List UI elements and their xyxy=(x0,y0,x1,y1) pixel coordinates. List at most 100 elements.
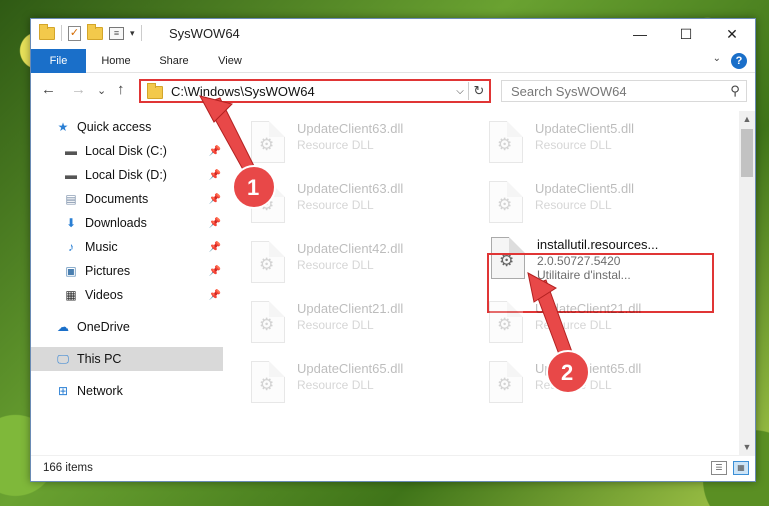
recent-locations-button[interactable]: ⌄ xyxy=(97,84,106,97)
close-button[interactable]: ✕ xyxy=(709,19,755,49)
file-item[interactable]: ⚙ UpdateClient65.dll Resource DLL xyxy=(489,357,719,411)
sidebar-item-label: Documents xyxy=(85,192,149,206)
up-button[interactable]: ↑ xyxy=(117,81,125,98)
gear-icon: ⚙ xyxy=(497,375,513,394)
scroll-down-icon[interactable]: ▼ xyxy=(739,439,755,455)
address-dropdown-icon[interactable]: ⌵ xyxy=(452,86,468,97)
minimize-button[interactable]: — xyxy=(617,19,663,49)
onedrive-icon: ☁ xyxy=(57,320,69,334)
sidebar-item-this-pc[interactable]: 🖵 This PC xyxy=(31,347,223,371)
sidebar-item-label: Music xyxy=(85,240,118,254)
file-item[interactable]: ⚙ UpdateClient63.dll Resource DLL xyxy=(251,177,481,231)
folder-icon xyxy=(39,23,55,40)
navigation-bar: ← → ⌄ ↑ C:\Windows\SysWOW64 ⌵ ↻ Search S… xyxy=(31,73,755,109)
sidebar-item-music[interactable]: ♪ Music 📌 xyxy=(31,235,223,259)
properties-icon[interactable]: ≡ xyxy=(109,26,124,40)
sidebar-item-documents[interactable]: ▤ Documents 📌 xyxy=(31,187,223,211)
large-icons-view-icon[interactable]: ▦ xyxy=(733,461,749,475)
file-type: Resource DLL xyxy=(535,318,612,332)
ribbon-right-controls: ⌄ ? xyxy=(713,53,747,69)
file-type: Resource DLL xyxy=(535,198,612,212)
dll-file-icon: ⚙ xyxy=(489,301,523,343)
pin-icon: 📌 xyxy=(208,193,221,205)
ribbon-tabs: File Home Share View ⌄ ? xyxy=(31,49,755,73)
file-item[interactable]: ⚙ UpdateClient5.dll Resource DLL xyxy=(489,177,719,231)
address-bar[interactable]: C:\Windows\SysWOW64 ⌵ ↻ xyxy=(139,79,491,103)
gear-icon: ⚙ xyxy=(497,315,513,334)
downloads-icon: ⬇ xyxy=(65,216,77,230)
file-item[interactable]: ⚙ UpdateClient42.dll Resource DLL xyxy=(251,237,481,291)
sidebar-item-videos[interactable]: ▦ Videos 📌 xyxy=(31,283,223,307)
quick-access-toolbar: ✓ ≡ ▾ xyxy=(39,23,142,41)
pin-icon: 📌 xyxy=(208,145,221,157)
sidebar-item-label: Local Disk (C:) xyxy=(85,144,167,158)
toolbar-divider xyxy=(140,25,142,41)
pictures-icon: ▣ xyxy=(65,264,77,278)
help-icon[interactable]: ? xyxy=(731,53,747,69)
expand-ribbon-icon[interactable]: ⌄ xyxy=(713,53,721,69)
dll-file-icon: ⚙ xyxy=(489,361,523,403)
dll-file-icon: ⚙ xyxy=(489,121,523,163)
sidebar-item-downloads[interactable]: ⬇ Downloads 📌 xyxy=(31,211,223,235)
dll-file-icon: ⚙ xyxy=(251,121,285,163)
file-name: UpdateClient65.dll xyxy=(535,361,642,376)
file-item[interactable]: ⚙ UpdateClient63.dll Resource DLL xyxy=(251,117,481,171)
star-icon: ★ xyxy=(57,120,69,134)
sidebar-item-network[interactable]: ⊞ Network xyxy=(31,379,223,403)
file-type: Resource DLL xyxy=(297,138,374,152)
tab-view[interactable]: View xyxy=(205,49,255,73)
folder-icon xyxy=(147,82,163,99)
sidebar-item-label: Videos xyxy=(85,288,123,302)
file-name: UpdateClient42.dll xyxy=(297,241,404,256)
gear-icon: ⚙ xyxy=(497,195,513,214)
item-count: 166 items xyxy=(43,462,93,474)
vertical-scrollbar[interactable]: ▲ ▼ xyxy=(739,111,755,455)
dll-file-icon: ⚙ xyxy=(251,301,285,343)
sidebar-item-onedrive[interactable]: ☁ OneDrive xyxy=(31,315,223,339)
sidebar-item-quick-access[interactable]: ★ Quick access xyxy=(31,115,223,139)
file-name: UpdateClient5.dll xyxy=(535,121,635,136)
title-bar: ✓ ≡ ▾ SysWOW64 — ☐ ✕ xyxy=(31,19,755,49)
pin-icon: 📌 xyxy=(208,289,221,301)
maximize-button[interactable]: ☐ xyxy=(663,19,709,49)
address-path[interactable]: C:\Windows\SysWOW64 xyxy=(171,84,452,99)
file-item[interactable]: ⚙ UpdateClient65.dll Resource DLL xyxy=(251,357,481,411)
customize-toolbar-icon[interactable]: ▾ xyxy=(130,28,135,39)
file-type: Resource DLL xyxy=(297,198,374,212)
toolbar-divider xyxy=(61,25,62,41)
dll-file-icon: ⚙ xyxy=(251,241,285,283)
sidebar-item-label: Local Disk (D:) xyxy=(85,168,167,182)
file-type: Resource DLL xyxy=(535,138,612,152)
sidebar-item-label: This PC xyxy=(77,352,122,366)
sidebar-item-label: Network xyxy=(77,384,123,398)
dll-file-icon: ⚙ xyxy=(251,361,285,403)
sidebar-item-local-disk-d[interactable]: ▬ Local Disk (D:) 📌 xyxy=(31,163,223,187)
file-item[interactable]: ⚙ UpdateClient5.dll Resource DLL xyxy=(489,117,719,171)
drive-icon: ▬ xyxy=(65,168,77,182)
tab-home[interactable]: Home xyxy=(91,49,141,73)
file-name: installutil.resources... xyxy=(537,237,659,252)
tab-file[interactable]: File xyxy=(31,49,86,73)
new-folder-icon[interactable] xyxy=(87,23,103,40)
search-input[interactable]: Search SysWOW64 xyxy=(511,84,724,99)
search-box[interactable]: Search SysWOW64 ⚲ xyxy=(501,80,747,102)
tab-share[interactable]: Share xyxy=(149,49,199,73)
sidebar-item-pictures[interactable]: ▣ Pictures 📌 xyxy=(31,259,223,283)
scroll-up-icon[interactable]: ▲ xyxy=(739,111,755,127)
file-item[interactable]: ⚙ UpdateClient21.dll Resource DLL xyxy=(251,297,481,351)
sidebar-item-local-disk-c[interactable]: ▬ Local Disk (C:) 📌 xyxy=(31,139,223,163)
pin-icon: 📌 xyxy=(208,169,221,181)
details-view-icon[interactable]: ☰ xyxy=(711,461,727,475)
file-name: UpdateClient65.dll xyxy=(297,361,404,376)
properties-check-icon[interactable]: ✓ xyxy=(68,25,81,41)
file-type: Resource DLL xyxy=(297,258,374,272)
back-button[interactable]: ← xyxy=(41,81,56,98)
scrollbar-thumb[interactable] xyxy=(741,129,753,177)
file-item[interactable]: ⚙ UpdateClient21.dll Resource DLL xyxy=(489,297,719,351)
computer-icon: 🖵 xyxy=(57,351,69,366)
search-icon[interactable]: ⚲ xyxy=(724,83,746,99)
videos-icon: ▦ xyxy=(65,288,77,302)
forward-button[interactable]: → xyxy=(71,81,86,98)
file-name: UpdateClient21.dll xyxy=(297,301,404,316)
refresh-icon[interactable]: ↻ xyxy=(469,83,489,99)
